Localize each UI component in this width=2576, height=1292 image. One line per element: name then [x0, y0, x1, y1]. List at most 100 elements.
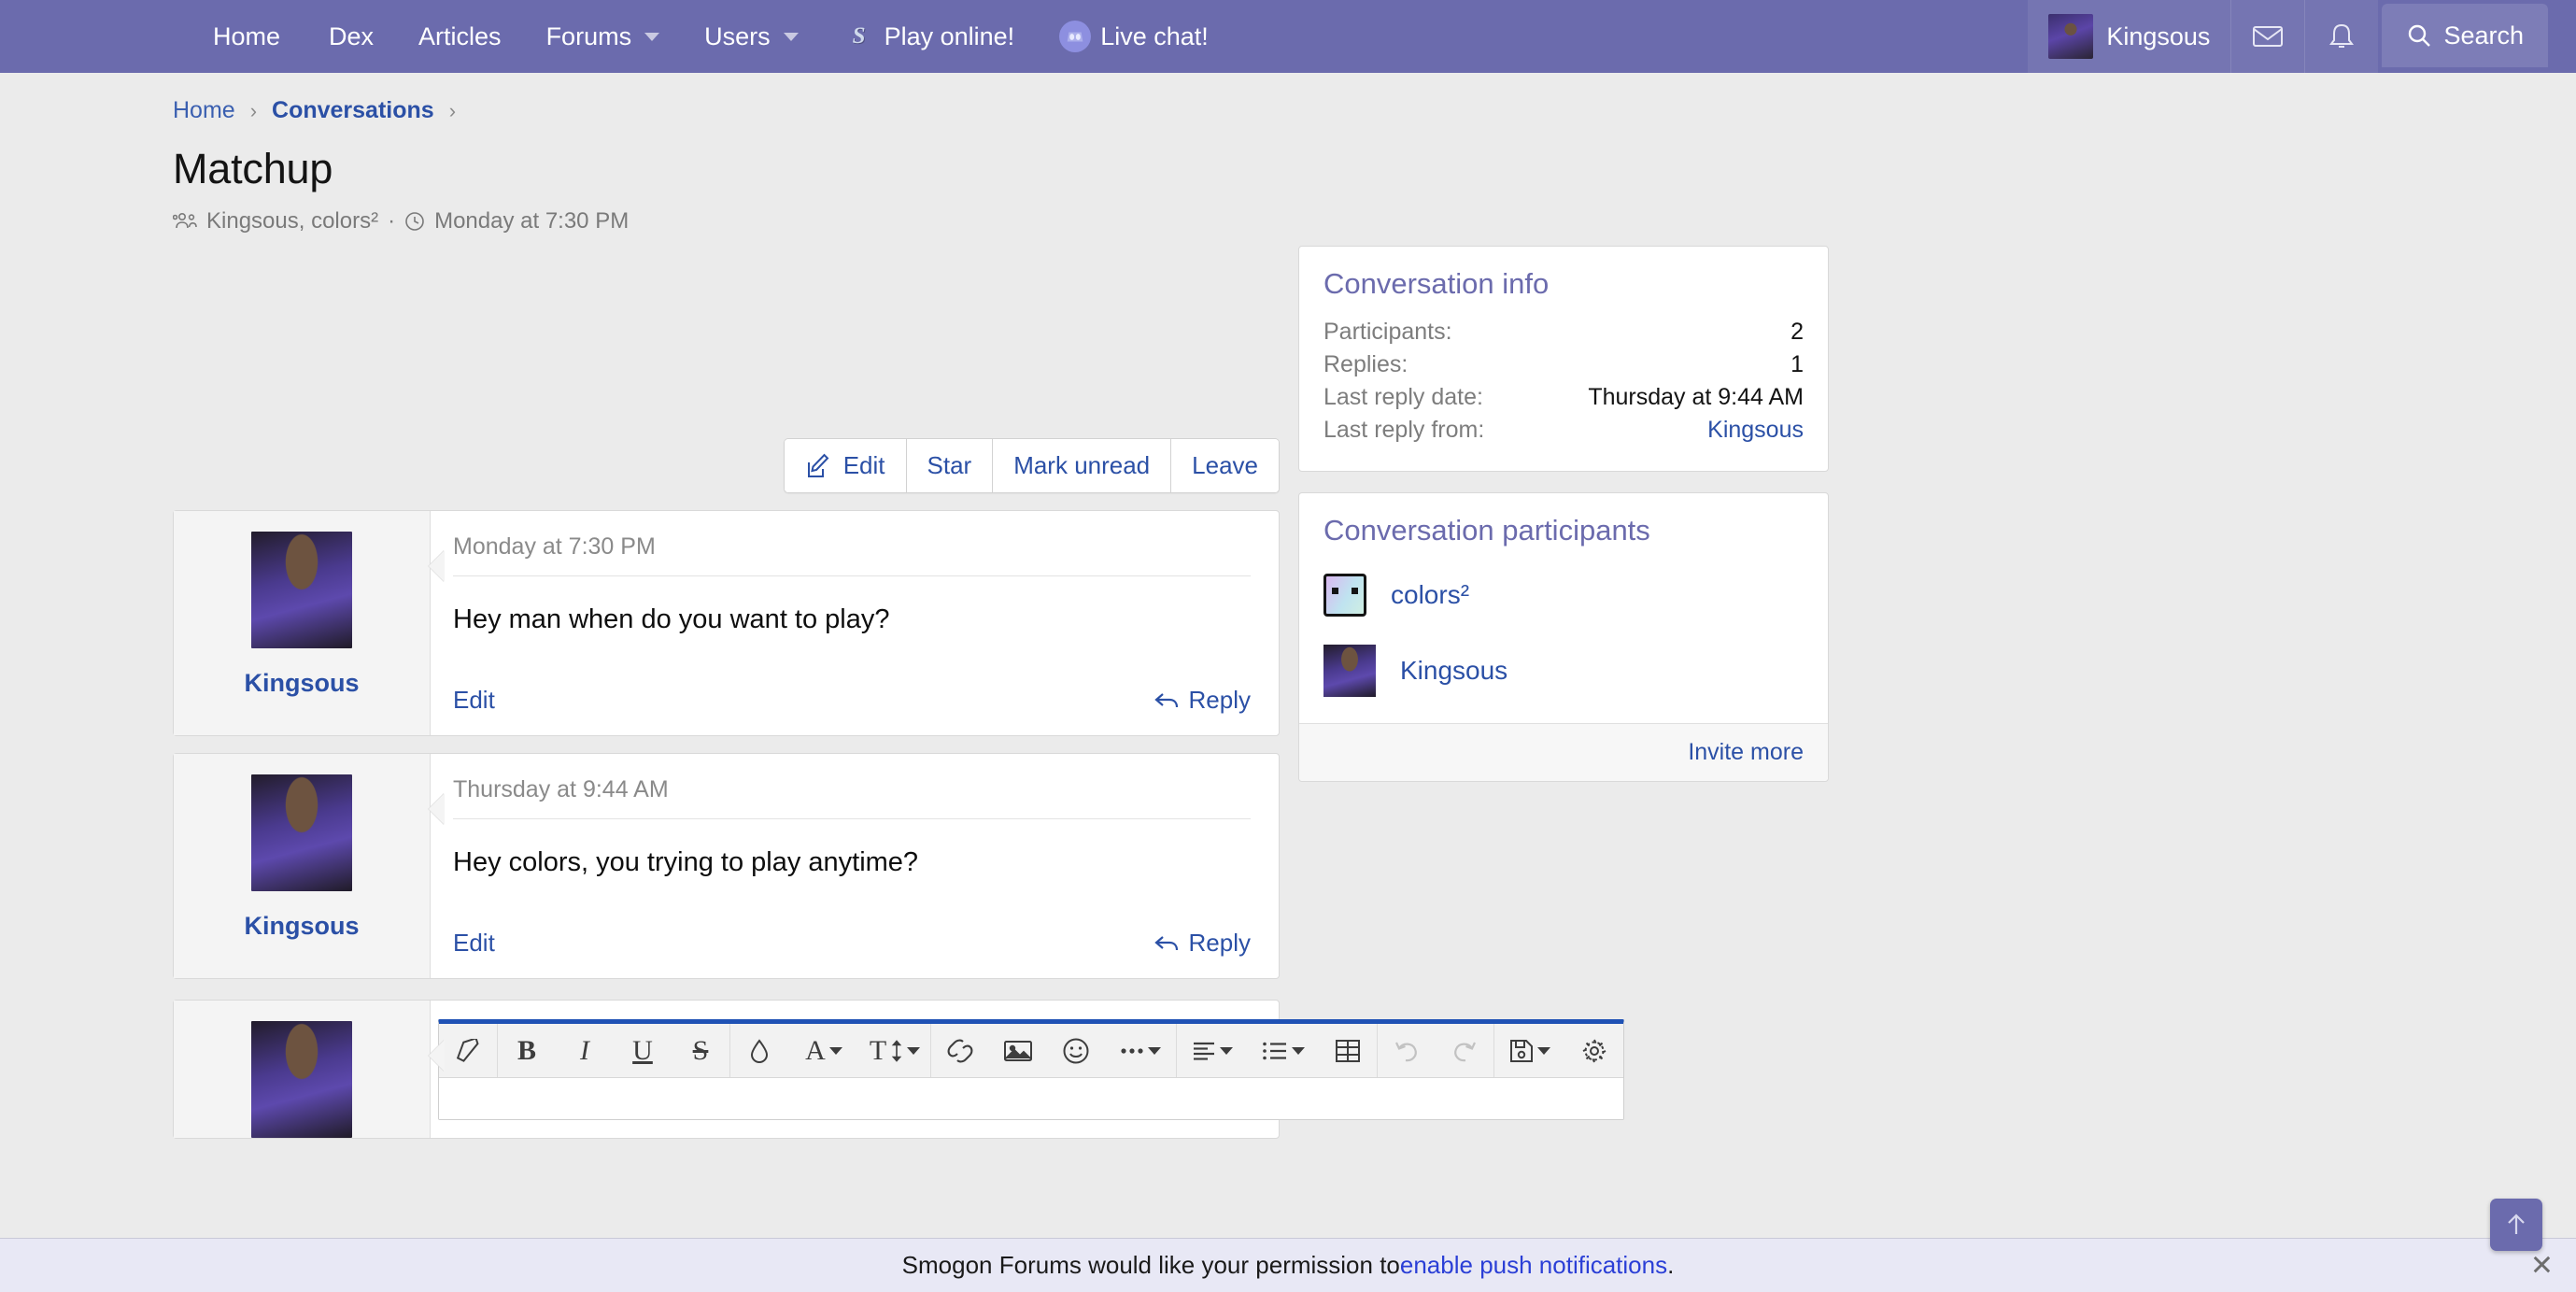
insert-image-icon[interactable]: [989, 1024, 1047, 1077]
page-meta-participants: Kingsous, colors²: [206, 208, 379, 234]
reply-arrow-icon: [1154, 692, 1178, 707]
arrow-up-icon: [2508, 1214, 2525, 1234]
button-label: Edit: [842, 451, 885, 479]
mark-unread-button[interactable]: Mark unread: [993, 439, 1172, 492]
text-align-icon[interactable]: [1177, 1024, 1248, 1077]
primary-nav: Home Dex Articles Forums Users S Play on…: [187, 0, 1231, 73]
star-conversation-button[interactable]: Star: [906, 439, 994, 492]
action-button-group: Edit Star Mark unread Leave: [783, 438, 1280, 493]
info-row-last-reply-from: Last reply from: Kingsous: [1323, 414, 1804, 447]
page-meta-dot: ·: [388, 208, 396, 234]
chevron-down-icon: [828, 1046, 842, 1055]
italic-icon[interactable]: I: [556, 1024, 614, 1077]
chevron-down-icon: [1148, 1046, 1161, 1055]
pencil-square-icon: [807, 453, 829, 477]
kingsous-avatar[interactable]: [1323, 645, 1376, 697]
breadcrumb-item-home[interactable]: Home: [173, 97, 235, 124]
font-family-icon[interactable]: A: [788, 1024, 859, 1077]
message-pointer: [429, 793, 445, 825]
invite-more-link[interactable]: Invite more: [1299, 723, 1828, 781]
list-icon[interactable]: [1248, 1024, 1319, 1077]
enable-push-notifications-link[interactable]: enable push notifications: [1400, 1251, 1667, 1280]
breadcrumb-item-conversations[interactable]: Conversations: [272, 97, 434, 124]
message-timestamp[interactable]: Thursday at 9:44 AM: [453, 776, 1251, 819]
message-reply-link[interactable]: Reply: [1154, 929, 1251, 958]
info-row-participants: Participants: 2: [1323, 316, 1804, 348]
reply-textarea[interactable]: [439, 1078, 1623, 1119]
message-body: Thursday at 9:44 AM Hey colors, you tryi…: [431, 754, 1279, 978]
nav-item-label: Play online!: [884, 21, 1015, 50]
participant-row: colors²: [1323, 562, 1804, 633]
search-icon: [2409, 24, 2431, 47]
bold-icon[interactable]: B: [498, 1024, 556, 1077]
nav-item-forums[interactable]: Forums: [524, 0, 683, 73]
participant-name[interactable]: Kingsous: [1400, 656, 1507, 686]
page-meta-date: Monday at 7:30 PM: [434, 208, 630, 234]
font-size-icon[interactable]: T: [859, 1024, 930, 1077]
inbox-button[interactable]: [2231, 0, 2305, 73]
nav-item-home[interactable]: Home: [187, 0, 306, 73]
scroll-to-top-button[interactable]: [2490, 1199, 2542, 1251]
avatar[interactable]: [251, 532, 352, 648]
message-author-name[interactable]: Kingsous: [244, 669, 359, 698]
editor-settings-icon[interactable]: [1565, 1024, 1623, 1077]
toolbar-group-inline: B I U S: [498, 1024, 730, 1077]
main-column: Edit Star Mark unread Leave Kingsous Mon…: [173, 234, 1624, 1139]
close-icon[interactable]: ✕: [2530, 1249, 2554, 1282]
more-options-icon[interactable]: [1105, 1024, 1176, 1077]
info-value: 1: [1790, 351, 1804, 377]
message-pointer: [429, 1040, 445, 1072]
info-value: Thursday at 9:44 AM: [1588, 384, 1804, 410]
nav-item-label: Dex: [329, 21, 375, 50]
insert-smilie-icon[interactable]: [1047, 1024, 1105, 1077]
info-label: Replies:: [1323, 351, 1408, 377]
button-label: Mark unread: [1013, 451, 1151, 479]
nav-item-dex[interactable]: Dex: [306, 0, 396, 73]
nav-item-live-chat[interactable]: Live chat!: [1037, 0, 1231, 73]
toolbar-group-block: [1177, 1024, 1378, 1077]
redo-icon[interactable]: [1436, 1024, 1493, 1077]
undo-icon[interactable]: [1378, 1024, 1436, 1077]
nav-item-play-online[interactable]: S Play online!: [821, 0, 1038, 73]
push-notification-bar: Smogon Forums would like your permission…: [0, 1238, 2576, 1292]
participant-name[interactable]: colors²: [1391, 580, 1469, 610]
search-button[interactable]: Search: [2382, 4, 2548, 67]
message-edit-link[interactable]: Edit: [453, 686, 495, 715]
message-pointer: [429, 550, 445, 582]
message-timestamp[interactable]: Monday at 7:30 PM: [453, 533, 1251, 576]
colors-avatar[interactable]: [1323, 574, 1366, 617]
nav-item-users[interactable]: Users: [682, 0, 821, 73]
alerts-button[interactable]: [2305, 0, 2379, 73]
message-text: Hey colors, you trying to play anytime?: [453, 847, 919, 877]
message-item: Kingsous Monday at 7:30 PM Hey man when …: [173, 510, 1280, 736]
remove-formatting-icon[interactable]: [439, 1024, 497, 1077]
message-reply-link[interactable]: Reply: [1154, 686, 1251, 715]
chevron-down-icon: [783, 32, 799, 41]
leave-conversation-button[interactable]: Leave: [1171, 439, 1279, 492]
avatar[interactable]: [251, 1021, 352, 1138]
message-edit-link[interactable]: Edit: [453, 929, 495, 958]
user-nav: Kingsous Search: [2028, 0, 2576, 73]
text-color-icon[interactable]: [730, 1024, 788, 1077]
strikethrough-icon[interactable]: S: [672, 1024, 729, 1077]
content-row: Edit Star Mark unread Leave Kingsous Mon…: [173, 234, 2403, 1139]
info-value-link[interactable]: Kingsous: [1707, 417, 1804, 444]
drafts-icon[interactable]: [1494, 1024, 1565, 1077]
info-row-last-reply-date: Last reply date: Thursday at 9:44 AM: [1323, 381, 1804, 414]
participant-row: Kingsous: [1323, 633, 1804, 714]
account-menu-button[interactable]: Kingsous: [2028, 0, 2231, 73]
insert-link-icon[interactable]: [931, 1024, 989, 1077]
nav-item-articles[interactable]: Articles: [396, 0, 524, 73]
underline-icon[interactable]: U: [614, 1024, 672, 1077]
breadcrumb-separator: ›: [249, 98, 258, 122]
edit-conversation-button[interactable]: Edit: [784, 439, 907, 492]
notification-text-after: .: [1667, 1251, 1675, 1279]
insert-table-icon[interactable]: [1319, 1024, 1377, 1077]
card-body: Participants: 2 Replies: 1 Last reply da…: [1299, 316, 1828, 471]
avatar[interactable]: [251, 774, 352, 891]
toolbar-group-history: [1378, 1024, 1494, 1077]
message-author-name[interactable]: Kingsous: [244, 912, 359, 941]
card-body: colors² Kingsous: [1299, 562, 1828, 723]
chevron-down-icon: [907, 1046, 921, 1055]
message-author-column: Kingsous: [174, 511, 445, 735]
